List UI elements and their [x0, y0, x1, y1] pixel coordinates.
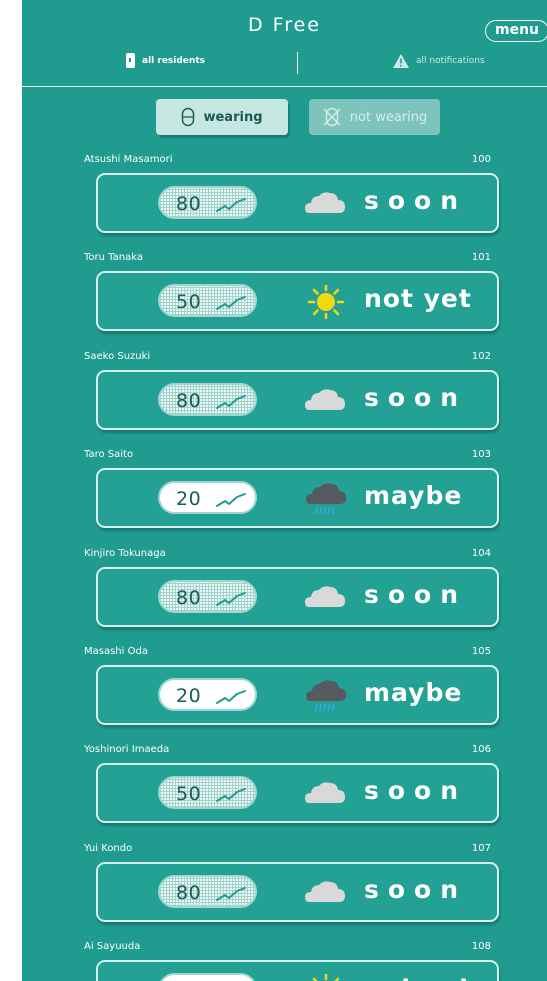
level-pill: 20 — [158, 481, 257, 515]
app-title: D Free — [248, 14, 321, 36]
level-pill — [158, 973, 257, 981]
resident-row: Yui Kondo 107 80 soon — [84, 843, 499, 931]
status-text: not yet — [364, 973, 472, 981]
level-pill: 80 — [158, 874, 257, 908]
trend-icon — [215, 786, 249, 807]
level-value: 20 — [176, 488, 202, 511]
level-pill: 50 — [158, 776, 257, 810]
tab-divider — [297, 52, 298, 74]
trend-icon — [215, 885, 249, 906]
room-number: 105 — [471, 646, 491, 657]
filter-wearing-label: wearing — [203, 109, 263, 125]
room-number: 104 — [471, 547, 491, 559]
level-value: 80 — [176, 389, 202, 412]
resident-row: Saeko Suzuki 102 80 soon — [84, 351, 499, 439]
tab-all-residents-label: all residents — [142, 55, 205, 66]
status-text: soon — [364, 874, 468, 904]
level-value: 20 — [176, 685, 202, 707]
room-number: 108 — [471, 941, 491, 953]
level-pill: 20 — [158, 678, 257, 711]
trend-icon — [215, 688, 249, 709]
status-text: soon — [364, 776, 468, 806]
resident-name: Saeko Suzuki — [84, 350, 151, 362]
menu-button[interactable]: menu — [485, 20, 547, 42]
trend-icon — [215, 294, 249, 315]
cloud-icon — [303, 384, 349, 418]
filter-wearing-button[interactable]: wearing — [156, 99, 288, 135]
room-number: 103 — [471, 449, 491, 461]
resident-name: Masashi Oda — [84, 646, 148, 657]
room-number: 107 — [471, 842, 491, 854]
cloud-icon — [303, 187, 349, 221]
resident-name: Atsushi Masamori — [84, 154, 173, 165]
status-text: soon — [364, 579, 468, 609]
status-text: maybe — [364, 678, 463, 707]
level-value: 80 — [176, 193, 202, 215]
resident-card[interactable]: 80 soon — [96, 566, 499, 627]
resident-row: Taro Saito 103 20 maybe — [84, 449, 499, 537]
filter-not-wearing-button[interactable]: not wearing — [309, 99, 440, 135]
level-pill: 80 — [158, 186, 257, 219]
status-text: soon — [364, 186, 468, 215]
tab-bar: all residents all notifications — [22, 52, 547, 76]
resident-name: Ai Sayuuda — [84, 941, 141, 953]
resident-name: Toru Tanaka — [84, 252, 143, 264]
level-value: 50 — [176, 291, 202, 314]
resident-row: Toru Tanaka 101 50 not yet — [84, 252, 499, 340]
resident-name: Kinjiro Tokunaga — [84, 547, 166, 559]
app-screen: D Free menu all residents all notificati… — [22, 0, 547, 981]
resident-card[interactable]: 50 not yet — [96, 271, 499, 332]
cloud-icon — [303, 581, 349, 615]
level-value: 80 — [176, 586, 202, 609]
cloud-icon — [303, 777, 349, 811]
resident-card[interactable]: 80 soon — [96, 861, 499, 922]
sun-icon — [303, 972, 349, 981]
room-number: 101 — [471, 252, 491, 264]
status-text: not yet — [364, 284, 472, 314]
level-pill: 80 — [158, 382, 257, 416]
resident-name: Yoshinori Imaeda — [84, 744, 170, 756]
warning-icon — [393, 54, 409, 68]
status-text: soon — [364, 382, 468, 412]
resident-card[interactable]: 20 maybe — [96, 665, 499, 725]
level-pill: 50 — [158, 284, 257, 318]
resident-name: Yui Kondo — [84, 842, 133, 854]
resident-row: Masashi Oda 105 20 maybe — [84, 646, 499, 734]
tab-all-residents[interactable]: all residents — [126, 53, 205, 68]
trend-icon — [215, 393, 249, 414]
resident-row: Kinjiro Tokunaga 104 80 soon — [84, 548, 499, 636]
capsule-icon — [182, 107, 195, 127]
resident-card[interactable]: 80 soon — [96, 173, 499, 233]
status-text: maybe — [364, 481, 463, 511]
resident-card[interactable]: 20 maybe — [96, 468, 499, 529]
resident-name: Taro Saito — [84, 449, 134, 461]
resident-icon — [126, 53, 135, 68]
trend-icon — [215, 491, 249, 512]
capsule-crossed-icon — [323, 107, 341, 127]
sun-icon — [303, 284, 349, 321]
resident-card[interactable]: 80 soon — [96, 369, 499, 430]
level-value: 50 — [176, 783, 202, 806]
room-number: 100 — [471, 154, 491, 165]
resident-row: Ai Sayuuda 108 not yet — [84, 941, 499, 981]
cloud-icon — [303, 876, 349, 910]
room-number: 106 — [471, 744, 491, 756]
rain-cloud-icon — [303, 679, 349, 713]
rain-cloud-icon — [303, 482, 349, 516]
trend-icon — [215, 590, 249, 611]
room-number: 102 — [471, 350, 491, 362]
filter-not-wearing-label: not wearing — [349, 109, 428, 125]
trend-icon — [215, 196, 249, 217]
resident-row: Yoshinori Imaeda 106 50 soon — [84, 744, 499, 832]
level-pill: 80 — [158, 579, 257, 613]
level-value: 80 — [176, 881, 202, 904]
tab-all-notifications-label: all notifications — [416, 56, 485, 66]
resident-card[interactable]: not yet — [96, 960, 499, 981]
resident-row: Atsushi Masamori 100 80 soon — [84, 154, 499, 242]
tab-all-notifications[interactable]: all notifications — [392, 53, 485, 69]
header-divider — [22, 86, 547, 87]
resident-card[interactable]: 50 soon — [96, 763, 499, 824]
